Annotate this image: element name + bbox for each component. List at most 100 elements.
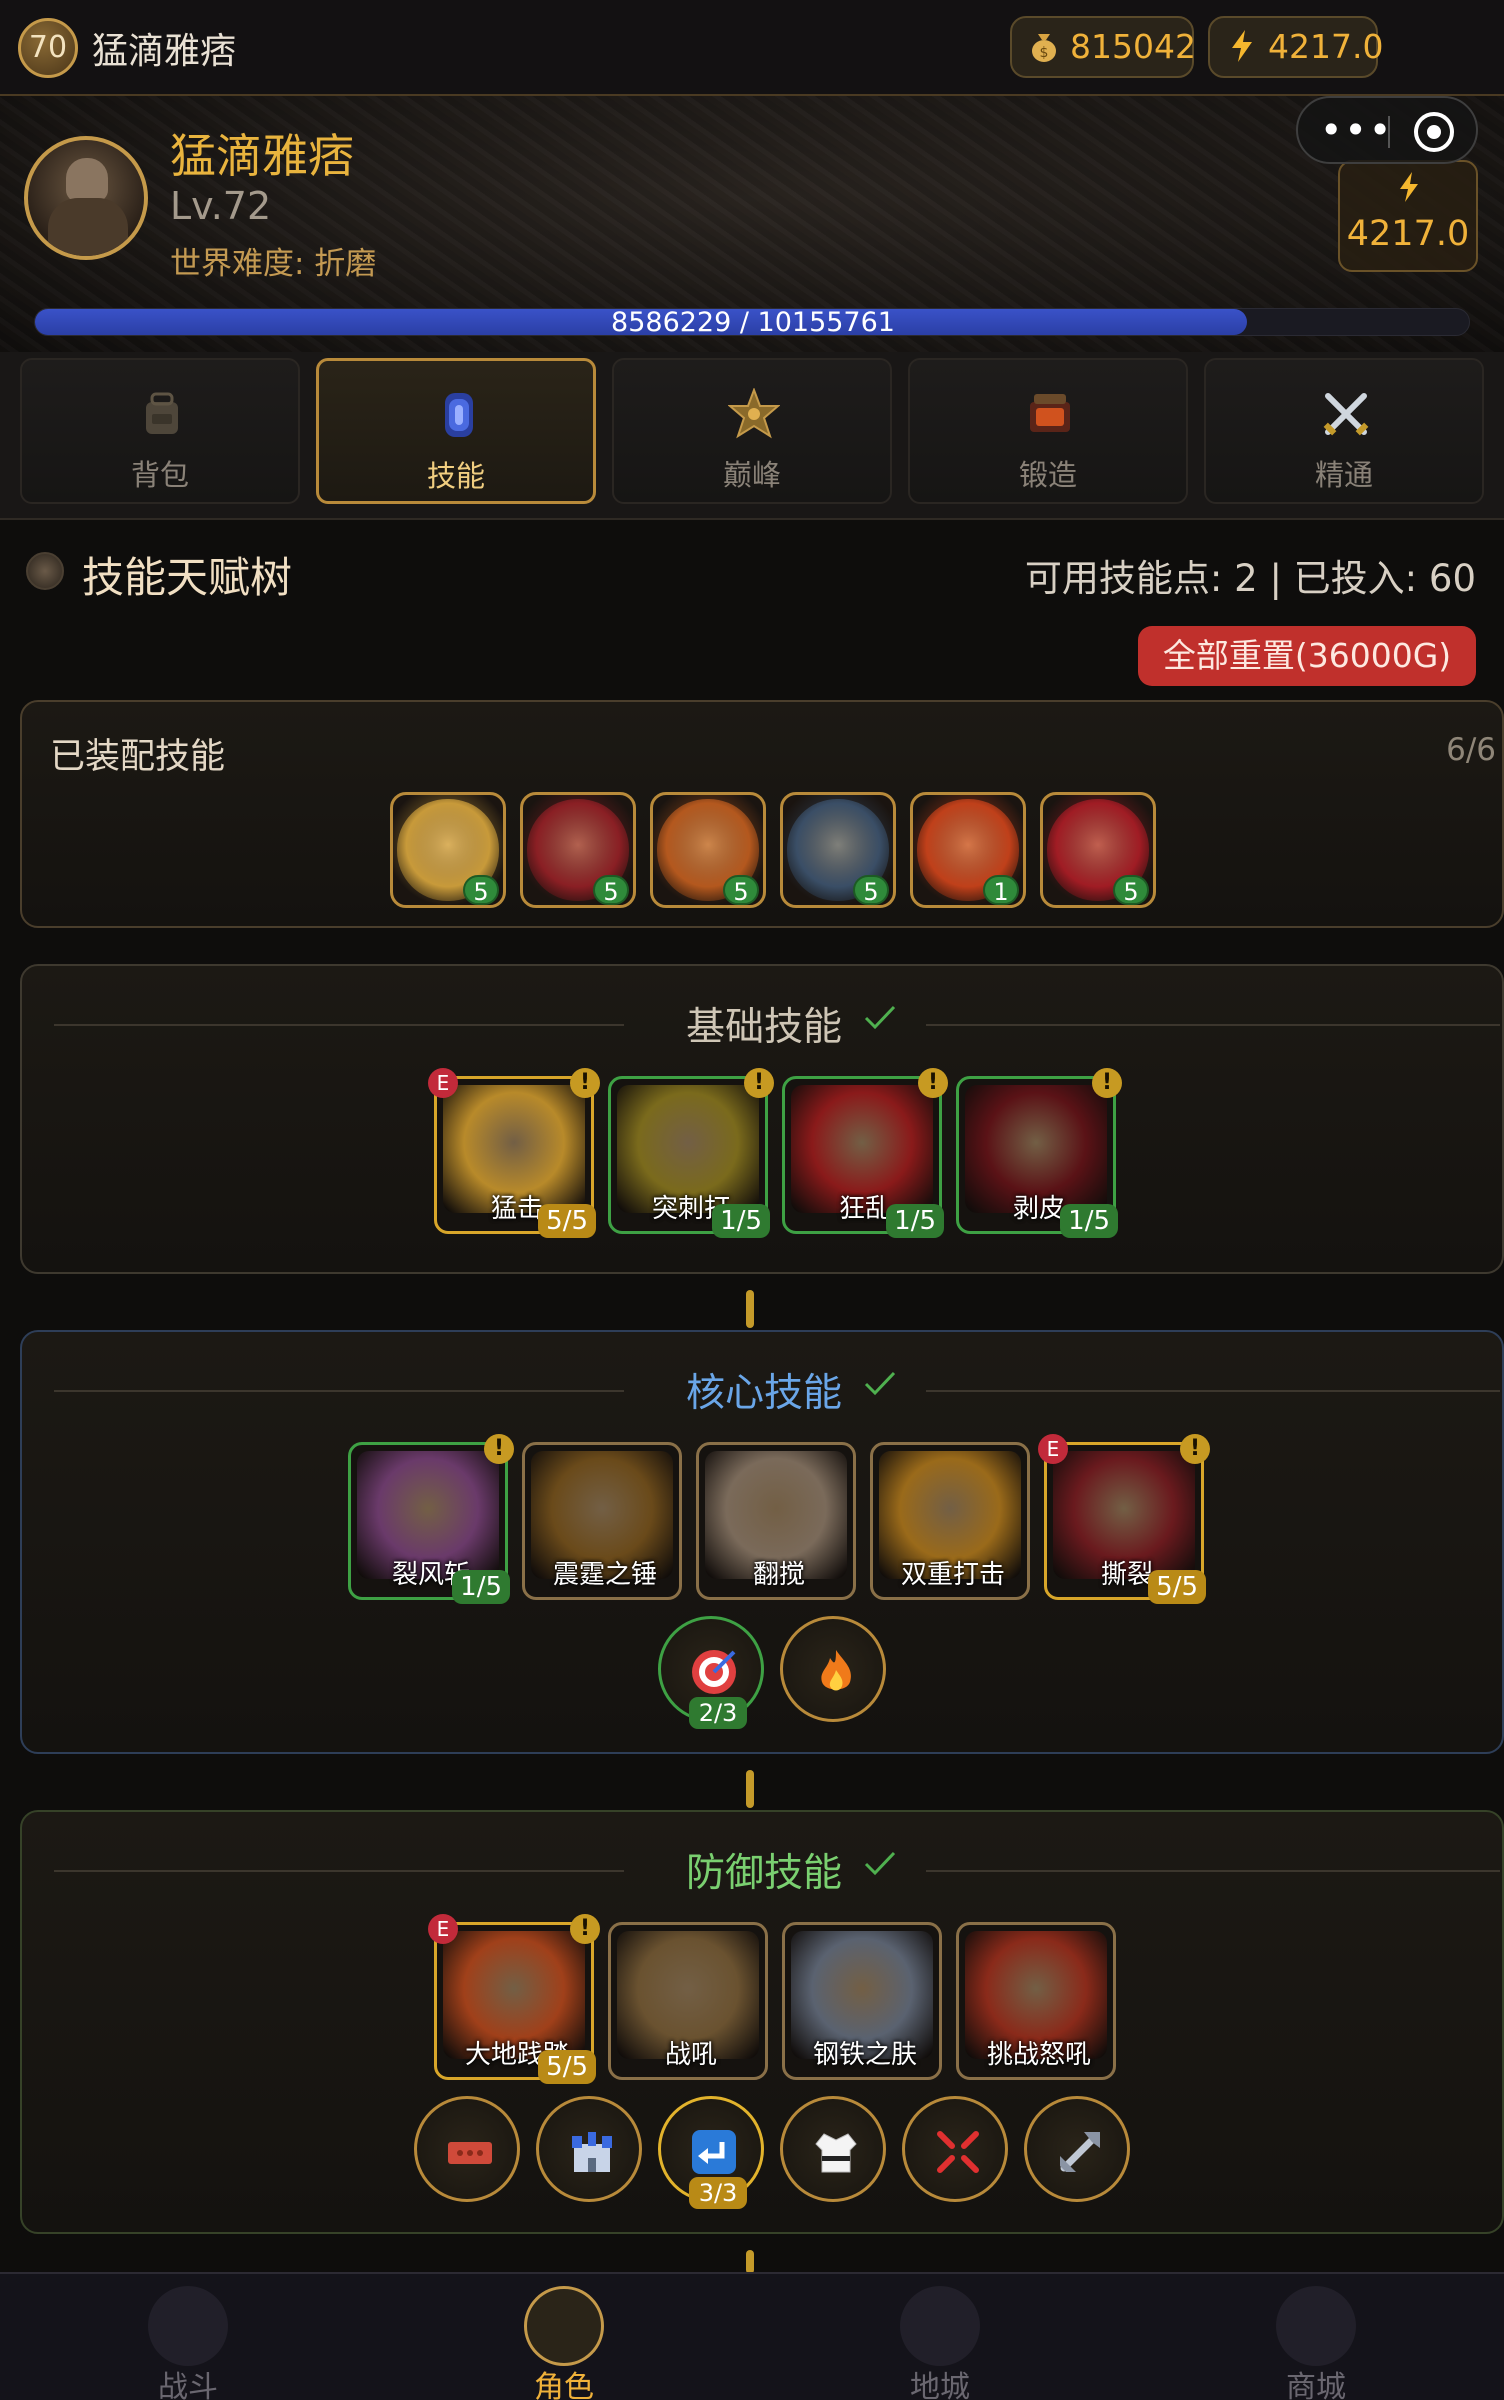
equipped-skill-slot[interactable]: 5 bbox=[650, 792, 766, 908]
nav-character[interactable]: 角色 bbox=[376, 2274, 752, 2400]
basic-skills-title: 基础技能 bbox=[685, 1005, 842, 1050]
alert-icon: ! bbox=[918, 1068, 948, 1098]
check-icon bbox=[864, 1005, 896, 1030]
paragon-star-icon bbox=[728, 388, 780, 439]
passive-node[interactable] bbox=[414, 2096, 520, 2202]
passive-node[interactable] bbox=[780, 1616, 886, 1722]
tier-connector bbox=[746, 2250, 754, 2274]
check-icon bbox=[864, 1371, 896, 1396]
brick-icon bbox=[448, 2142, 492, 2164]
skill-name: 挑战怒吼 bbox=[986, 2040, 1091, 2070]
check-icon bbox=[864, 1851, 896, 1876]
energy-value: 4217.0 bbox=[1268, 27, 1384, 66]
skill-level-badge: 1/5 bbox=[712, 1204, 770, 1238]
character-tabs: 背包 技能 巅峰 锻造 精通 bbox=[0, 352, 1504, 520]
skill-card[interactable]: 震霆之锤 bbox=[522, 1442, 682, 1600]
skill-level-badge: 5 bbox=[1113, 875, 1149, 905]
avatar[interactable] bbox=[24, 136, 148, 260]
tier-connector bbox=[746, 1290, 754, 1328]
skill-level-badge: 1/5 bbox=[452, 1570, 510, 1604]
passive-node[interactable]: 2/3 bbox=[658, 1616, 764, 1729]
skill-card[interactable]: 翻搅 bbox=[696, 1442, 856, 1600]
money-bag-icon: $ bbox=[1032, 34, 1056, 62]
passive-node[interactable] bbox=[536, 2096, 642, 2202]
equipped-count: 6/6 bbox=[1446, 732, 1496, 768]
skill-card[interactable]: 突刺打 1/5! bbox=[608, 1068, 774, 1238]
tab-mastery[interactable]: 精通 bbox=[1204, 358, 1484, 504]
skill-card[interactable]: 钢铁之肤 bbox=[782, 1922, 942, 2080]
skill-level-badge: 5 bbox=[593, 875, 629, 905]
skill-card[interactable]: 双重打击 bbox=[870, 1442, 1030, 1600]
lightning-icon bbox=[1400, 172, 1418, 202]
equipped-skill-slot[interactable]: 5 bbox=[1040, 792, 1156, 908]
tab-backpack[interactable]: 背包 bbox=[20, 358, 300, 504]
equipped-skill-slot[interactable]: 1 bbox=[910, 792, 1026, 908]
alert-icon: ! bbox=[570, 1068, 600, 1098]
skill-name: 震霆之锤 bbox=[552, 1560, 657, 1590]
equipped-skill-slot[interactable]: 5 bbox=[780, 792, 896, 908]
gold-value: 815042 bbox=[1070, 27, 1196, 66]
tab-paragon[interactable]: 巅峰 bbox=[612, 358, 892, 504]
nav-shop[interactable]: 商城 bbox=[1128, 2274, 1504, 2400]
equipped-title: 已装配技能 bbox=[50, 737, 226, 777]
energy-panel: 4217.0 bbox=[1338, 160, 1478, 272]
skill-card[interactable]: 剥皮 1/5! bbox=[956, 1068, 1122, 1238]
tab-skills[interactable]: 技能 bbox=[316, 358, 596, 504]
skill-level-badge: 5/5 bbox=[1148, 1570, 1206, 1604]
skill-name: 翻搅 bbox=[752, 1560, 805, 1590]
tab-forge[interactable]: 锻造 bbox=[908, 358, 1188, 504]
equipped-skills-panel: 已装配技能 6/6 5 5 5 5 1 5 bbox=[20, 700, 1504, 928]
gold-counter[interactable]: $ 815042 bbox=[1010, 16, 1196, 78]
skill-level-badge: 5 bbox=[723, 875, 759, 905]
energy-counter[interactable]: 4217.0 bbox=[1208, 16, 1383, 78]
energy-panel-value: 4217.0 bbox=[1346, 214, 1470, 254]
close-target-icon[interactable] bbox=[1414, 112, 1454, 152]
equipped-skill-slot[interactable]: 5 bbox=[520, 792, 636, 908]
backpack-icon bbox=[146, 392, 178, 434]
skill-card[interactable]: 大地践踏 5/5! E bbox=[428, 1914, 600, 2084]
alert-icon: ! bbox=[1180, 1434, 1210, 1464]
more-menu-icon[interactable]: ••• bbox=[1320, 108, 1393, 152]
tier-connector bbox=[746, 1770, 754, 1808]
nav-battle[interactable]: 战斗 bbox=[0, 2274, 376, 2400]
skill-card[interactable]: 战吼 bbox=[608, 1922, 768, 2080]
skill-card[interactable]: 狂乱 1/5! bbox=[782, 1068, 948, 1238]
equipped-e-badge: E bbox=[428, 1914, 458, 1944]
skill-level-badge: 5/5 bbox=[538, 1204, 596, 1238]
passive-node[interactable]: 3/3 bbox=[658, 2096, 764, 2209]
equipped-e-badge: E bbox=[428, 1068, 458, 1098]
passive-node[interactable] bbox=[780, 2096, 886, 2202]
passive-node[interactable] bbox=[1024, 2096, 1130, 2202]
skill-name: 双重打击 bbox=[900, 1560, 1005, 1590]
anger-icon bbox=[937, 2131, 979, 2173]
alert-icon: ! bbox=[570, 1914, 600, 1944]
skill-card[interactable]: 猛击 5/5! E bbox=[428, 1068, 600, 1238]
bottom-navigation: 战斗 角色 地城 商城 bbox=[0, 2272, 1504, 2400]
core-skills-panel: 核心技能 裂风斩 1/5! 震霆之锤 翻搅 双重打击 撕裂 5/5! E 2/3 bbox=[20, 1330, 1504, 1754]
skill-tree-title: 技能天赋树 bbox=[82, 553, 293, 602]
castle-icon bbox=[572, 2132, 612, 2172]
player-level-badge: 70 bbox=[18, 18, 78, 78]
reset-all-button[interactable]: 全部重置(36000G) bbox=[1138, 626, 1476, 686]
nav-dungeon[interactable]: 地城 bbox=[752, 2274, 1128, 2400]
node-level-badge: 2/3 bbox=[689, 1697, 747, 1729]
skill-tree-icon bbox=[26, 552, 64, 590]
skill-level-badge: 5/5 bbox=[538, 2050, 596, 2084]
alert-icon: ! bbox=[484, 1434, 514, 1464]
skill-name: 钢铁之肤 bbox=[812, 2040, 917, 2070]
skill-card[interactable]: 挑战怒吼 bbox=[956, 1922, 1116, 2080]
skill-card[interactable]: 撕裂 5/5! E bbox=[1038, 1434, 1210, 1604]
equipped-skill-slot[interactable]: 5 bbox=[390, 792, 506, 908]
passive-node[interactable] bbox=[902, 2096, 1008, 2202]
skill-points-stats: 可用技能点: 2 | 已投入: 60 bbox=[1024, 557, 1476, 600]
return-arrow-icon bbox=[692, 2130, 736, 2174]
bolt-nut-icon bbox=[1060, 2132, 1100, 2172]
skill-card[interactable]: 裂风斩 1/5! bbox=[348, 1434, 514, 1604]
skill-level-badge: 5 bbox=[463, 875, 499, 905]
skill-level-badge: 1/5 bbox=[886, 1204, 944, 1238]
profile-name: 猛滴雅痞 bbox=[170, 129, 354, 183]
experience-text: 8586229 / 10155761 bbox=[611, 307, 895, 338]
skill-name: 战吼 bbox=[664, 2040, 717, 2070]
skill-gem-icon bbox=[445, 393, 473, 437]
fire-icon bbox=[821, 1650, 851, 1691]
